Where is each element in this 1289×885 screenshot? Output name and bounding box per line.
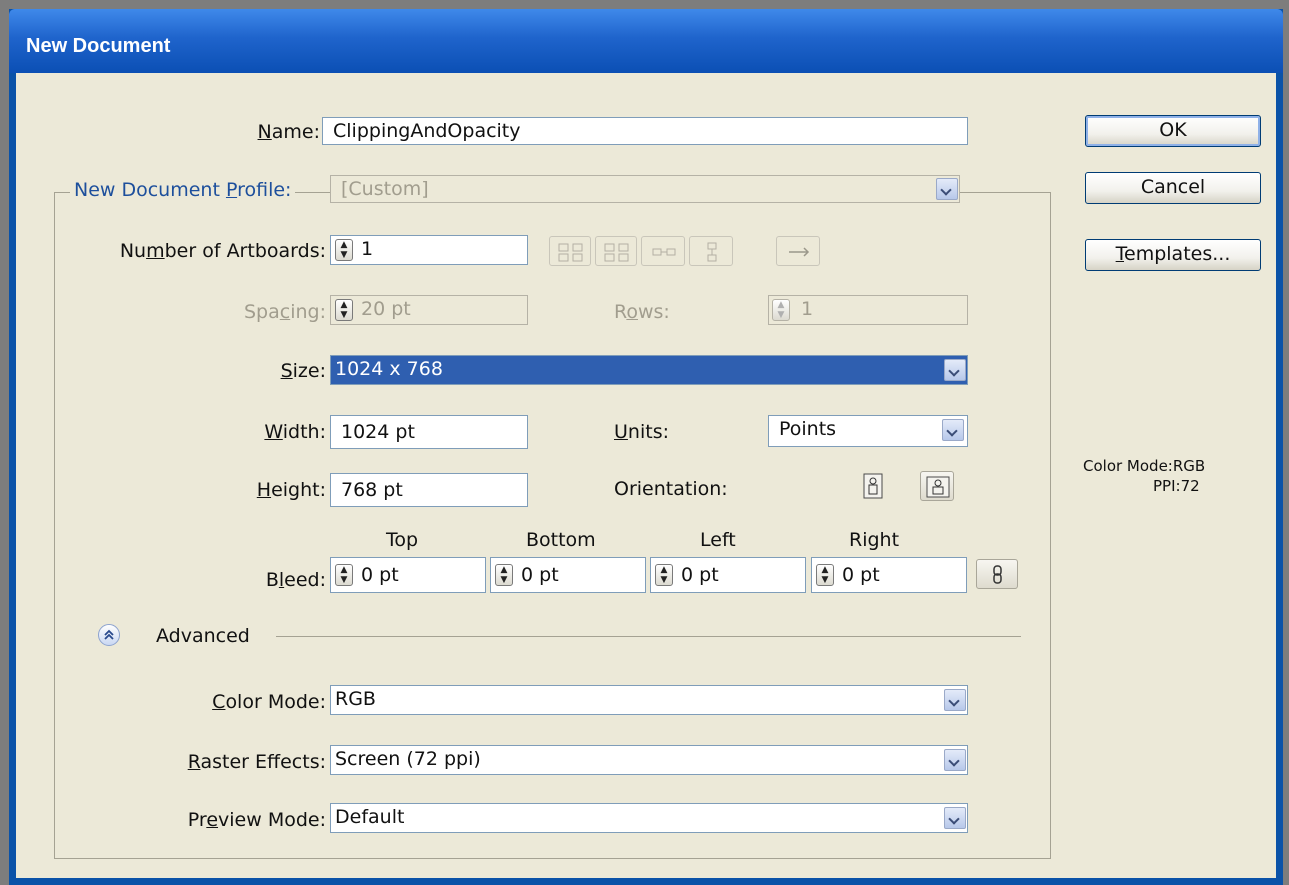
window-title: New Document <box>26 35 171 57</box>
preview-mode-chevron-icon[interactable] <box>944 807 966 829</box>
bleed-left-spinner-icon[interactable]: ▲ ▼ <box>655 564 673 586</box>
cancel-button[interactable]: Cancel <box>1085 172 1261 204</box>
bleed-right-spinner-icon[interactable]: ▲ ▼ <box>816 564 834 586</box>
artboards-spinner-icon[interactable]: ▲ ▼ <box>335 239 353 261</box>
color-mode-value: RGB <box>335 688 376 710</box>
bleed-label: Bleed: <box>265 569 326 591</box>
width-label: Width: <box>264 421 326 443</box>
left-to-right-arrow-icon[interactable] <box>776 236 820 266</box>
bleed-top-spinner-icon[interactable]: ▲ ▼ <box>335 564 353 586</box>
raster-effects-dropdown[interactable]: Screen (72 ppi) <box>330 745 968 775</box>
size-value: 1024 x 768 <box>335 358 443 380</box>
bleed-bottom-input[interactable]: 0 pt <box>490 557 646 593</box>
arrange-by-column-icon[interactable] <box>689 236 733 266</box>
link-icon[interactable] <box>976 559 1018 589</box>
preview-mode-dropdown[interactable]: Default <box>330 803 968 833</box>
height-label: Height: <box>256 479 326 501</box>
landscape-icon[interactable] <box>920 471 954 501</box>
preview-mode-label: Preview Mode: <box>187 809 326 831</box>
units-label: Units: <box>614 421 669 443</box>
rows-input[interactable]: 1 <box>768 295 968 325</box>
bleed-left-label: Left <box>700 529 736 551</box>
profile-dropdown-chevron-icon[interactable] <box>936 178 958 200</box>
orientation-label: Orientation: <box>614 478 728 500</box>
bleed-left-input[interactable]: 0 pt <box>650 557 806 593</box>
advanced-label: Advanced <box>156 625 250 647</box>
arrange-by-row-icon[interactable] <box>641 236 685 266</box>
color-mode-dropdown[interactable]: RGB <box>330 685 968 715</box>
ok-button[interactable]: OK <box>1085 115 1261 147</box>
advanced-separator <box>276 636 1021 637</box>
bleed-right-input[interactable]: 0 pt <box>811 557 967 593</box>
bleed-top-label: Top <box>386 529 419 551</box>
grid-by-column-icon[interactable] <box>595 236 637 266</box>
color-mode-label: Color Mode: <box>212 691 326 713</box>
name-label: Name: <box>257 121 320 143</box>
preview-mode-value: Default <box>335 806 405 828</box>
templates-button[interactable]: Templates... <box>1085 239 1261 271</box>
spacing-spinner-icon[interactable]: ▲ ▼ <box>335 299 353 321</box>
portrait-icon[interactable] <box>860 471 888 501</box>
rows-label: Rows: <box>614 301 670 323</box>
width-input[interactable]: 1024 pt <box>330 415 528 449</box>
name-input[interactable]: ClippingAndOpacity <box>322 117 968 145</box>
title-bar[interactable]: New Document <box>9 9 1283 73</box>
dialog-window: New Document Name: ClippingAndOpacity Ne… <box>9 9 1283 885</box>
artboards-input[interactable]: 1 <box>330 235 528 265</box>
profile-dropdown[interactable]: [Custom] <box>330 175 960 203</box>
dialog-client: Name: ClippingAndOpacity New Document Pr… <box>16 73 1276 878</box>
bleed-bottom-label: Bottom <box>526 529 596 551</box>
profile-value: [Custom] <box>341 178 429 200</box>
info-color-mode: Color Mode:RGB <box>1083 457 1206 475</box>
bleed-bottom-spinner-icon[interactable]: ▲ ▼ <box>495 564 513 586</box>
color-mode-chevron-icon[interactable] <box>944 689 966 711</box>
grid-by-row-icon[interactable] <box>549 236 591 266</box>
raster-effects-value: Screen (72 ppi) <box>335 748 481 770</box>
spacing-label: Spacing: <box>243 301 326 323</box>
units-dropdown[interactable]: Points <box>768 415 968 447</box>
chevron-up-icon[interactable] <box>98 624 120 646</box>
size-dropdown[interactable]: 1024 x 768 <box>330 355 968 385</box>
info-ppi: PPI:72 <box>1153 477 1200 495</box>
profile-label: New Document Profile: <box>70 179 296 201</box>
rows-spinner-icon[interactable]: ▲ ▼ <box>772 299 790 321</box>
size-dropdown-chevron-icon[interactable] <box>944 359 966 381</box>
height-input[interactable]: 768 pt <box>330 473 528 507</box>
raster-effects-chevron-icon[interactable] <box>944 749 966 771</box>
spacing-input[interactable]: 20 pt <box>330 295 528 325</box>
units-value: Points <box>779 418 837 440</box>
size-label: Size: <box>280 360 326 382</box>
bleed-top-input[interactable]: 0 pt <box>330 557 486 593</box>
artboards-label: Number of Artboards: <box>119 240 326 262</box>
bleed-right-label: Right <box>849 529 900 551</box>
raster-effects-label: Raster Effects: <box>187 751 326 773</box>
units-dropdown-chevron-icon[interactable] <box>942 419 964 441</box>
